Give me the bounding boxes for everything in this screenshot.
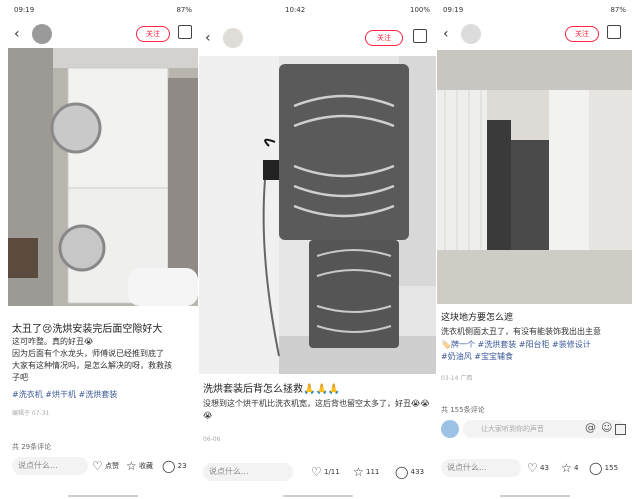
comment-count: 155 [604, 464, 619, 472]
nav-handle [68, 495, 138, 497]
like-label: 点赞 [105, 462, 119, 470]
post-title: 太丑了😢洗烘安装完后面空隙好大 [12, 324, 163, 335]
post-body: 没想到这个烘干机比洗衣机宽，这后背也留空太多了，好丑😭😭😭 [203, 399, 430, 420]
back-icon[interactable]: ‹ [14, 26, 20, 42]
bottom-action-bar: 说点什么... ♡ 点赞 ☆ 收藏 ◯ 23 [8, 457, 198, 477]
washer-dryer-photo [199, 56, 436, 374]
collect-label: 收藏 [139, 462, 153, 470]
post-image[interactable] [8, 48, 198, 306]
share-icon[interactable] [178, 25, 192, 39]
follow-button[interactable]: 关注 [365, 30, 403, 46]
collect-count: 111 [366, 468, 380, 476]
post-header: ‹ 关注 [437, 24, 632, 46]
like-button[interactable]: ♡ 点赞 [92, 459, 119, 473]
heart-icon: ♡ [92, 459, 103, 473]
comment-button[interactable]: ◯ 23 [162, 459, 187, 473]
comment-field-placeholder: 让大家听到你的声音 [481, 425, 544, 433]
comment-icon: ◯ [589, 461, 603, 475]
share-icon[interactable] [413, 29, 427, 43]
post-image[interactable] [199, 56, 436, 374]
avatar[interactable] [32, 24, 52, 44]
status-bar: 09:19 87% [441, 6, 628, 18]
comment-button[interactable]: ◯ 433 [395, 465, 424, 479]
heart-icon: ♡ [311, 465, 322, 479]
comment-input[interactable]: 说点什么... [12, 457, 88, 475]
body-line: 大家有这种情况吗，是怎么解决的呀，救救孩 [12, 361, 172, 370]
post-body: 这可咋整。真的好丑😭 因为后面有个水龙头，师傅说已经推到底了 大家有这种情况吗，… [12, 336, 194, 384]
star-icon: ☆ [126, 459, 137, 473]
comment-input[interactable]: 说点什么... [203, 463, 293, 481]
comment-icon: ◯ [395, 465, 409, 479]
tag-line[interactable]: #奶油风 #宝宝辅食 [441, 351, 628, 363]
back-icon[interactable]: ‹ [443, 26, 449, 42]
post-tags[interactable]: #洗衣机 #烘干机 #洗烘套装 [12, 389, 194, 400]
post-panel-1: 09:19 87% ‹ 关注 太丑了😢洗烘安装完后面空隙好大 这可咋整。真的好丑… [8, 0, 198, 499]
emoji-icon[interactable]: ☺ [601, 421, 612, 434]
comment-button[interactable]: ◯ 155 [589, 461, 618, 475]
avatar[interactable] [461, 24, 481, 44]
follow-button[interactable]: 关注 [136, 26, 170, 42]
post-header: ‹ 关注 [8, 24, 198, 46]
comment-count: 23 [177, 462, 187, 470]
share-icon[interactable] [607, 25, 621, 39]
nav-handle [499, 495, 570, 497]
back-icon[interactable]: ‹ [205, 30, 211, 46]
comment-input[interactable]: 说点什么... [441, 459, 521, 477]
star-icon: ☆ [353, 465, 364, 479]
post-title: 洗烘套装后背怎么拯救🙏🙏🙏 [203, 384, 341, 395]
comment-icon: ◯ [162, 459, 176, 473]
comment-field[interactable]: 让大家听到你的声音 @ ☺ [463, 420, 626, 438]
post-panel-3: 09:19 87% ‹ 关注 这块地方要怎么遮 洗衣机侧面太丑了，有没有能装饰我… [437, 0, 632, 499]
like-count: 43 [540, 464, 549, 472]
post-date: 编辑于 07-31 [12, 410, 50, 417]
collect-button[interactable]: ☆ 收藏 [126, 459, 153, 473]
body-line: 因为后面有个水龙头，师傅说已经推到底了 [12, 349, 164, 358]
post-header: ‹ 关注 [199, 28, 436, 50]
post-image[interactable] [437, 50, 632, 304]
post-body: 洗衣机侧面太丑了，有没有能装饰我出出主意 [441, 327, 601, 336]
post-panel-2: 10:42 100% ‹ 关注 洗烘套装后背怎么拯救🙏🙏🙏 没想到这个烘干机比洗… [199, 0, 436, 499]
body-line: 子吧 [12, 373, 28, 382]
battery-level: 87% [176, 6, 192, 14]
nav-handle [282, 495, 353, 497]
status-time: 09:19 [14, 6, 35, 14]
heart-icon: ♡ [527, 461, 538, 475]
star-icon: ☆ [561, 461, 572, 475]
follow-button[interactable]: 关注 [565, 26, 599, 42]
status-time: 10:42 [285, 6, 306, 14]
washer-dryer-photo [437, 50, 632, 304]
status-time: 09:19 [443, 6, 464, 14]
image-icon[interactable] [615, 424, 626, 435]
tag-line[interactable]: 🏷️牌一个 #洗烘套装 #阳台柜 #装修设计 [441, 339, 628, 351]
like-button[interactable]: ♡ 43 [527, 461, 549, 475]
like-count: 1/11 [324, 468, 340, 476]
at-icon[interactable]: @ [585, 421, 596, 434]
collect-button[interactable]: ☆ 4 [561, 461, 578, 475]
comments-count: 共 155条评论 [441, 406, 485, 414]
like-button[interactable]: ♡ 1/11 [311, 465, 340, 479]
bottom-action-bar: 说点什么... ♡ 43 ☆ 4 ◯ 155 [437, 459, 632, 479]
status-bar: 10:42 100% [203, 6, 432, 18]
post-title: 这块地方要怎么遮 [441, 313, 514, 323]
battery-level: 100% [409, 6, 430, 14]
post-tags[interactable]: 🏷️牌一个 #洗烘套装 #阳台柜 #装修设计 #奶油风 #宝宝辅食 [441, 339, 628, 363]
washer-dryer-photo [8, 48, 198, 306]
comment-count: 433 [410, 468, 425, 476]
comments-count: 共 29条评论 [12, 443, 52, 451]
avatar [441, 420, 459, 438]
collect-button[interactable]: ☆ 111 [353, 465, 379, 479]
post-date: 03-14 广西 [441, 375, 473, 382]
bottom-action-bar: 说点什么... ♡ 1/11 ☆ 111 ◯ 433 [199, 463, 436, 483]
battery-level: 87% [610, 6, 626, 14]
collect-count: 4 [574, 464, 579, 472]
body-line: 这可咋整。真的好丑😭 [12, 337, 94, 346]
status-bar: 09:19 87% [12, 6, 194, 18]
avatar[interactable] [223, 28, 243, 48]
post-date: 06-06 [203, 436, 221, 443]
